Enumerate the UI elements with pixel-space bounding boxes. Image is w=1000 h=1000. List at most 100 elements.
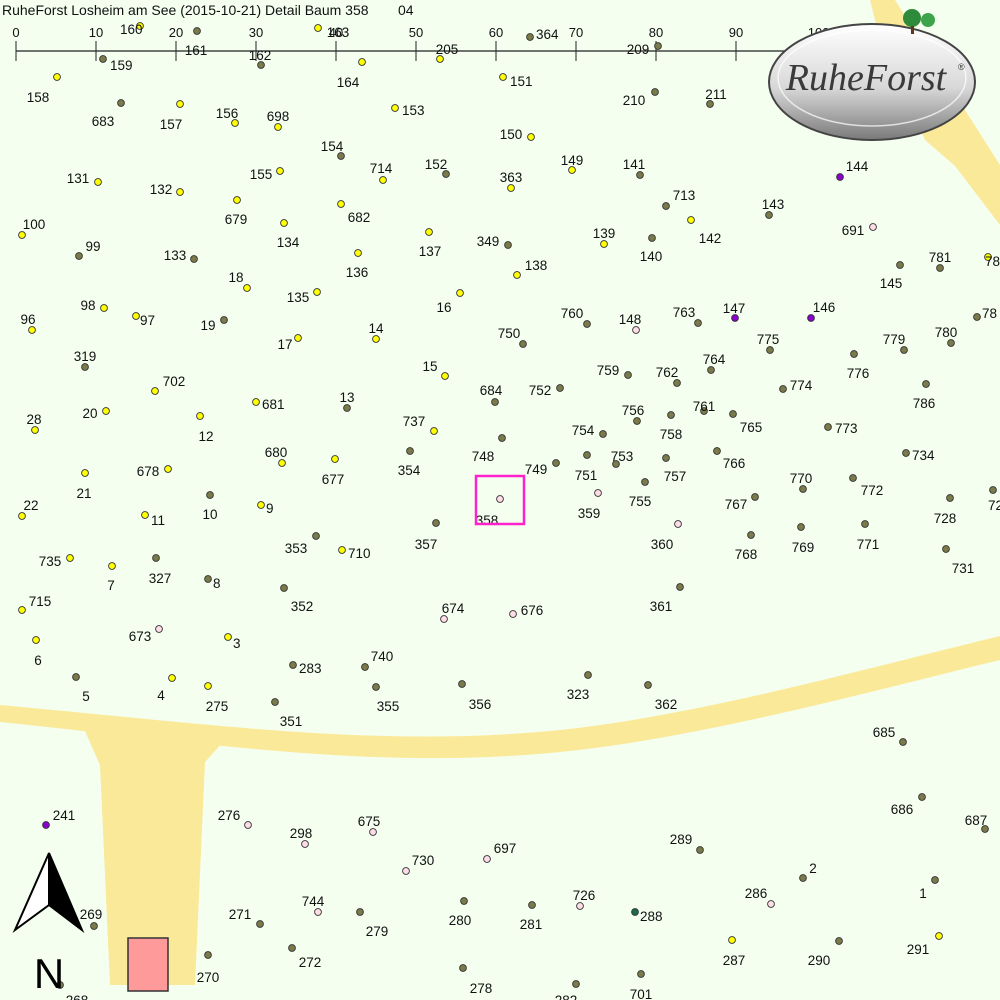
tree-dot[interactable] (196, 412, 204, 420)
tree-dot[interactable] (491, 398, 499, 406)
tree-marker[interactable]: 160 (120, 22, 144, 37)
tree-dot[interactable] (176, 188, 184, 196)
tree-dot[interactable] (193, 27, 201, 35)
tree-marker[interactable]: 737 (403, 414, 438, 435)
tree-dot[interactable] (256, 920, 264, 928)
tree-dot[interactable] (728, 936, 736, 944)
tree-dot[interactable] (807, 314, 815, 322)
tree-marker[interactable]: 137 (419, 228, 442, 259)
tree-dot[interactable] (18, 512, 26, 520)
tree-dot[interactable] (747, 531, 755, 539)
tree-dot[interactable] (599, 430, 607, 438)
tree-marker[interactable]: 280 (449, 897, 472, 928)
tree-dot[interactable] (331, 455, 339, 463)
tree-dot[interactable] (637, 970, 645, 978)
tree-marker[interactable]: 776 (847, 350, 870, 381)
tree-marker[interactable]: 145 (880, 261, 904, 291)
tree-marker[interactable]: 132 (150, 182, 184, 197)
tree-marker[interactable]: 675 (358, 814, 381, 836)
tree-dot[interactable] (651, 88, 659, 96)
tree-marker[interactable]: 769 (792, 523, 815, 555)
tree-dot[interactable] (233, 196, 241, 204)
tree-marker[interactable]: 11 (141, 511, 165, 528)
tree-dot[interactable] (631, 908, 639, 916)
tree-dot[interactable] (572, 980, 580, 988)
tree-dot[interactable] (458, 680, 466, 688)
tree-dot[interactable] (18, 606, 26, 614)
tree-marker[interactable]: 775 (757, 332, 780, 354)
tree-marker[interactable]: 352 (280, 584, 314, 614)
tree-dot[interactable] (869, 223, 877, 231)
tree-marker[interactable]: 142 (687, 216, 722, 246)
tree-dot[interactable] (361, 663, 369, 671)
tree-dot[interactable] (594, 489, 602, 497)
tree-marker[interactable]: 764 (703, 352, 726, 374)
tree-marker[interactable]: 759 (597, 363, 632, 379)
tree-marker[interactable]: 28 (26, 412, 42, 434)
tree-dot[interactable] (204, 951, 212, 959)
tree-marker[interactable]: 281 (520, 901, 543, 932)
tree-dot[interactable] (556, 384, 564, 392)
tree-dot[interactable] (456, 289, 464, 297)
tree-marker[interactable]: 753 (611, 449, 634, 468)
tree-dot[interactable] (391, 104, 399, 112)
tree-marker[interactable]: 72 (988, 486, 1000, 513)
tree-marker[interactable]: 364 (526, 27, 559, 42)
tree-dot[interactable] (99, 55, 107, 63)
tree-marker[interactable]: 19 (200, 316, 228, 333)
tree-dot[interactable] (356, 908, 364, 916)
tree-dot[interactable] (600, 240, 608, 248)
tree-dot[interactable] (81, 469, 89, 477)
tree-marker[interactable]: 744 (302, 894, 325, 916)
tree-dot[interactable] (314, 24, 322, 32)
tree-marker[interactable]: 133 (164, 248, 198, 263)
tree-dot[interactable] (751, 493, 759, 501)
tree-marker[interactable]: 138 (513, 258, 548, 279)
tree-marker[interactable]: 153 (391, 103, 425, 118)
tree-marker[interactable]: 78 (984, 253, 1000, 269)
tree-marker[interactable]: 164 (337, 58, 366, 90)
tree-dot[interactable] (276, 167, 284, 175)
tree-marker[interactable]: 686 (891, 793, 926, 817)
tree-marker[interactable]: 677 (322, 455, 345, 487)
tree-marker[interactable]: 715 (18, 594, 52, 614)
tree-marker[interactable]: 151 (499, 73, 533, 89)
tree-marker[interactable]: 298 (290, 826, 313, 848)
tree-dot[interactable] (504, 241, 512, 249)
tree-marker[interactable]: 136 (346, 249, 369, 280)
tree-marker[interactable]: 78 (973, 306, 997, 321)
tree-marker[interactable]: 8 (204, 575, 221, 591)
tree-dot[interactable] (900, 346, 908, 354)
tree-marker[interactable]: 4 (157, 674, 176, 703)
tree-marker[interactable]: 770 (790, 471, 813, 493)
tree-marker[interactable]: 327 (149, 554, 172, 586)
tree-marker[interactable]: 291 (907, 932, 943, 957)
tree-marker[interactable]: 15 (422, 359, 449, 380)
tree-marker[interactable]: 768 (735, 531, 758, 562)
tree-dot[interactable] (176, 100, 184, 108)
tree-dot[interactable] (799, 874, 807, 882)
tree-marker[interactable]: 751 (575, 451, 598, 483)
tree-dot[interactable] (280, 219, 288, 227)
tree-dot[interactable] (696, 846, 704, 854)
tree-marker[interactable]: 134 (277, 219, 300, 250)
tree-dot[interactable] (18, 231, 26, 239)
tree-dot[interactable] (354, 249, 362, 257)
tree-marker[interactable]: 698 (267, 109, 290, 131)
tree-dot[interactable] (644, 681, 652, 689)
tree-marker[interactable]: 772 (849, 474, 884, 498)
tree-dot[interactable] (799, 485, 807, 493)
tree-dot[interactable] (947, 339, 955, 347)
tree-dot[interactable] (583, 320, 591, 328)
tree-dot[interactable] (28, 326, 36, 334)
tree-marker[interactable]: 162 (249, 48, 272, 69)
tree-marker[interactable]: 734 (902, 448, 935, 463)
tree-dot[interactable] (624, 371, 632, 379)
tree-marker[interactable]: 99 (75, 239, 101, 260)
tree-marker[interactable]: 96 (20, 312, 36, 334)
tree-dot[interactable] (441, 372, 449, 380)
tree-dot[interactable] (204, 682, 212, 690)
tree-dot[interactable] (289, 661, 297, 669)
tree-dot[interactable] (902, 449, 910, 457)
tree-marker[interactable]: 3 (224, 633, 241, 651)
